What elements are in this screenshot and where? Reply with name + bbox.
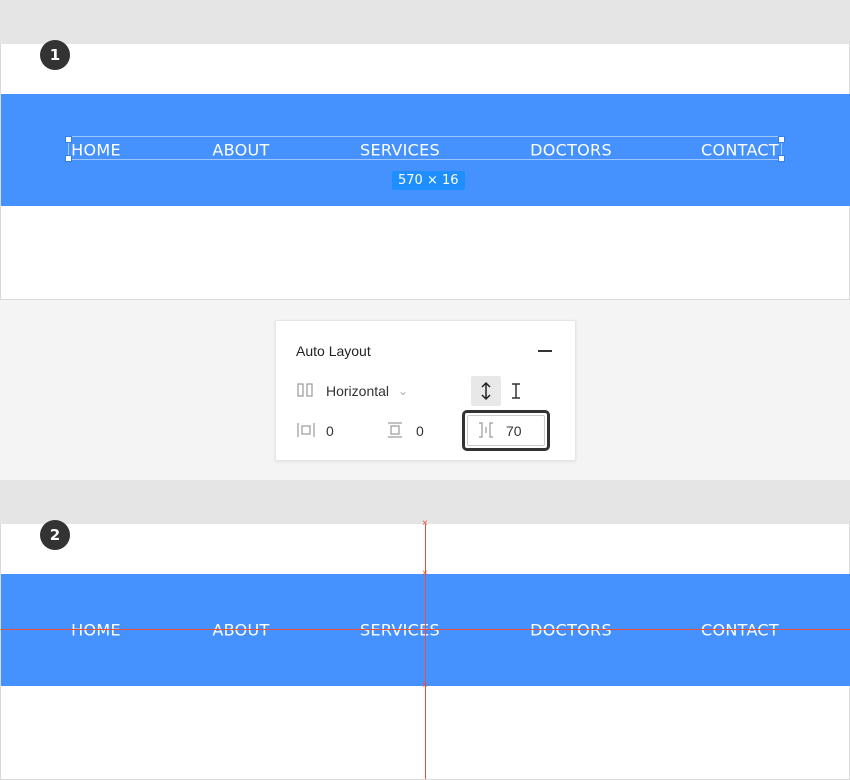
resize-handle-top-right[interactable]	[778, 136, 785, 143]
chevron-down-icon[interactable]: ⌄	[398, 384, 408, 398]
horizontal-padding-icon	[297, 423, 315, 437]
text-cursor-icon[interactable]	[510, 382, 522, 400]
step-badge-2: 2	[40, 520, 70, 550]
top-strip	[0, 0, 850, 44]
direction-select[interactable]: Horizontal	[326, 383, 389, 399]
vertical-padding-field[interactable]: 0	[416, 423, 424, 439]
vertical-padding-icon	[388, 422, 402, 438]
nav-item-doctors[interactable]: DOCTORS	[530, 621, 612, 640]
horizontal-padding-field[interactable]: 0	[326, 423, 334, 439]
horizontal-center-guide	[1, 629, 850, 630]
canvas-frame-step-1: 1 HOME ABOUT SERVICES DOCTORS CONTACT 57…	[0, 40, 850, 300]
resize-vertical-icon	[481, 381, 491, 401]
nav-item-home[interactable]: HOME	[71, 621, 121, 640]
nav-item-services[interactable]: SERVICES	[360, 621, 440, 640]
guide-marker: ×	[422, 518, 428, 529]
resize-handle-top-left[interactable]	[65, 136, 72, 143]
resize-handle-bottom-right[interactable]	[778, 155, 785, 162]
selection-box[interactable]	[68, 136, 782, 160]
guide-marker: ×	[422, 680, 428, 691]
step-badge-1: 1	[40, 40, 70, 70]
canvas-frame-step-2: 2 HOME ABOUT SERVICES DOCTORS CONTACT × …	[0, 519, 850, 780]
item-spacing-value: 70	[506, 423, 522, 439]
auto-layout-panel: Auto Layout Horizontal ⌄ 0 0 70	[275, 320, 576, 461]
dimension-tag: 570 × 16	[392, 171, 465, 190]
resize-vertical-toggle[interactable]	[471, 376, 501, 406]
vertical-center-guide	[425, 524, 426, 779]
nav-item-contact[interactable]: CONTACT	[701, 621, 779, 640]
guide-marker: ×	[422, 568, 428, 579]
minus-icon[interactable]	[538, 350, 552, 352]
navbar-step-1: HOME ABOUT SERVICES DOCTORS CONTACT 570 …	[1, 94, 850, 206]
nav-item-about[interactable]: ABOUT	[212, 621, 269, 640]
panel-title: Auto Layout	[296, 343, 371, 359]
horizontal-layout-icon	[297, 383, 313, 397]
resize-handle-bottom-left[interactable]	[65, 155, 72, 162]
spacing-between-icon	[479, 422, 493, 438]
